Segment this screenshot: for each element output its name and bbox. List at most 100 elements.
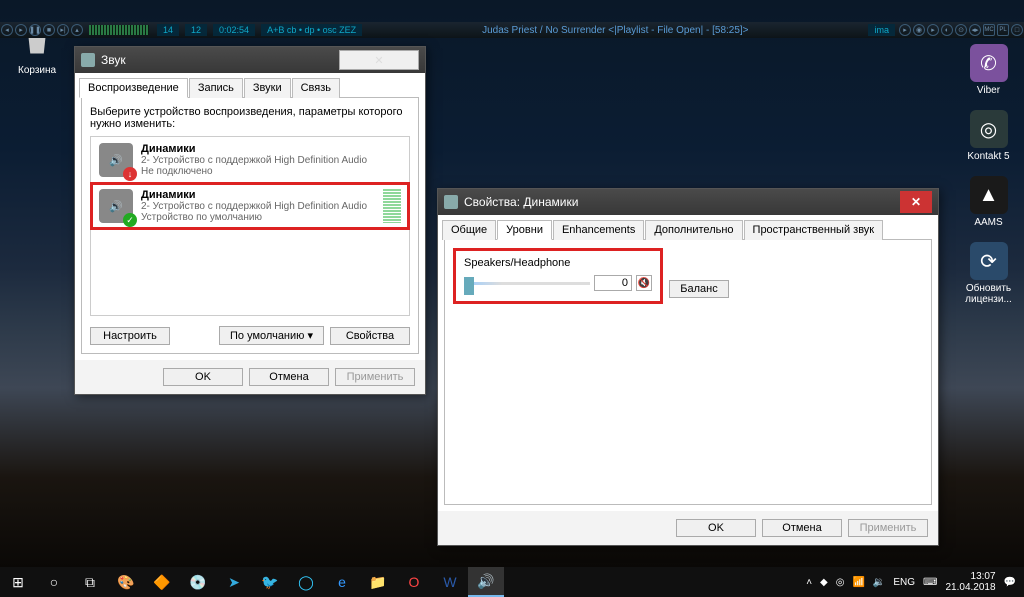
tab-enhancements[interactable]: Enhancements	[553, 220, 644, 240]
slider-thumb-icon[interactable]	[464, 277, 474, 295]
app-vlc-icon[interactable]: 🔶	[144, 567, 180, 597]
player-ctl-3-icon[interactable]: ▸	[927, 24, 939, 36]
player-ctl-1-icon[interactable]: ▸	[899, 24, 911, 36]
sound-titlebar[interactable]: Звук ✕	[75, 47, 425, 73]
app-opera-icon[interactable]: O	[396, 567, 432, 597]
app-icon: ◎	[970, 110, 1008, 148]
device-item[interactable]: 🔊✓ Динамики2- Устройство с поддержкой Hi…	[91, 183, 409, 229]
level-label: Speakers/Headphone	[464, 257, 652, 269]
app-mozilla-icon[interactable]: 🐦	[252, 567, 288, 597]
player-ctl-9-icon[interactable]: □	[1011, 24, 1023, 36]
player-prev-icon[interactable]: ◂	[1, 24, 13, 36]
status-badge-icon: ✓	[123, 213, 137, 227]
set-default-button[interactable]: По умолчанию ▾	[219, 326, 324, 345]
tab-уровни[interactable]: Уровни	[497, 220, 552, 240]
volume-value[interactable]: 0	[594, 275, 632, 291]
tray-keyboard-icon[interactable]: ⌨	[923, 577, 937, 588]
close-icon[interactable]: ✕	[339, 50, 419, 70]
tab-звуки[interactable]: Звуки	[244, 78, 291, 98]
notifications-icon[interactable]: 💬	[1004, 577, 1016, 588]
app-edge-icon[interactable]: e	[324, 567, 360, 597]
desktop-icons: ✆Viber ◎Kontakt 5 ▲ AAMS ⟳ Обновить лицензи..…	[961, 44, 1016, 319]
tab-запись[interactable]: Запись	[189, 78, 243, 98]
chevron-down-icon: ▾	[307, 330, 313, 342]
player-stop-icon[interactable]: ■	[43, 24, 55, 36]
cancel-button[interactable]: Отмена	[762, 519, 842, 537]
app-sound-icon[interactable]: 🔊	[468, 567, 504, 597]
tab-воспроизведение[interactable]: Воспроизведение	[79, 78, 188, 98]
device-list[interactable]: 🔊↓ Динамики2- Устройство с поддержкой Hi…	[90, 136, 410, 316]
sound-icon	[81, 53, 95, 67]
desktop-icon[interactable]: ✆Viber	[961, 44, 1016, 96]
close-icon[interactable]: ✕	[900, 191, 932, 213]
desktop-icon-label: Обновить лицензи...	[961, 283, 1016, 305]
tray-volume-icon[interactable]: 🔉	[873, 577, 885, 588]
player-play-icon[interactable]: ▸	[15, 24, 27, 36]
player-pause-icon[interactable]: ❚❚	[29, 24, 41, 36]
app-explorer-icon[interactable]: 📁	[360, 567, 396, 597]
app-word-icon[interactable]: W	[432, 567, 468, 597]
tray-clock[interactable]: 13:07 21.04.2018	[945, 571, 995, 593]
speaker-icon: 🔊↓	[99, 143, 133, 177]
properties-titlebar[interactable]: Свойства: Динамики ✕	[438, 189, 938, 215]
tray-lang[interactable]: ENG	[893, 577, 915, 588]
app-icon: ▲	[970, 176, 1008, 214]
player-ctl-6-icon[interactable]: ◂▸	[969, 24, 981, 36]
track-time: 0:02:54	[213, 24, 255, 36]
sound-window: Звук ✕ ВоспроизведениеЗаписьЗвукиСвязь В…	[74, 46, 426, 395]
desktop-icon-label: AAMS	[961, 217, 1016, 228]
speaker-icon: 🔊✓	[99, 189, 133, 223]
player-next-icon[interactable]: ▸|	[57, 24, 69, 36]
desktop-icon[interactable]: ◎Kontakt 5	[961, 110, 1016, 162]
player-ctl-5-icon[interactable]: ⊙	[955, 24, 967, 36]
speaker-icon	[444, 195, 458, 209]
tray-app-icon[interactable]: ◆	[820, 577, 828, 588]
player-ctl-2-icon[interactable]: ◉	[913, 24, 925, 36]
balance-button[interactable]: Баланс	[669, 280, 729, 298]
app-icon: ⟳	[970, 242, 1008, 280]
ok-button[interactable]: OK	[676, 519, 756, 537]
tray-app2-icon[interactable]: ◎	[836, 577, 845, 588]
now-playing: Judas Priest / No Surrender <|Playlist -…	[365, 25, 865, 36]
highlighted-level-group: Speakers/Headphone 0 🔇	[453, 248, 663, 304]
player-ctl-8-icon[interactable]: PL	[997, 24, 1009, 36]
app-disc-icon[interactable]: 💿	[180, 567, 216, 597]
track-wma: ima	[868, 24, 895, 36]
tab-дополнительно[interactable]: Дополнительно	[645, 220, 742, 240]
sound-title: Звук	[101, 53, 126, 67]
tray-up-icon[interactable]: ˄	[806, 577, 812, 588]
configure-button[interactable]: Настроить	[90, 327, 170, 345]
track-number: 14	[157, 24, 179, 36]
status-badge-icon: ↓	[123, 167, 137, 181]
desktop-icon[interactable]: ▲ AAMS	[961, 176, 1016, 228]
app-paint-icon[interactable]: 🎨	[108, 567, 144, 597]
search-button[interactable]: ○	[36, 567, 72, 597]
sound-pane: Выберите устройство воспроизведения, пар…	[81, 97, 419, 354]
media-player-bar: ◂ ▸ ❚❚ ■ ▸| ▴ 14 12 0:02:54 A+B cb • dp …	[0, 22, 1024, 38]
tab-связь[interactable]: Связь	[292, 78, 340, 98]
volume-meter-icon	[383, 189, 401, 223]
app-circle-icon[interactable]: ◯	[288, 567, 324, 597]
tray-network-icon[interactable]: 📶	[852, 577, 864, 588]
app-arrow-icon[interactable]: ➤	[216, 567, 252, 597]
player-ctl-7-icon[interactable]: MC	[983, 24, 995, 36]
player-open-icon[interactable]: ▴	[71, 24, 83, 36]
properties-window: Свойства: Динамики ✕ ОбщиеУровниEnhancem…	[437, 188, 939, 546]
start-button[interactable]: ⊞	[0, 567, 36, 597]
sound-tabs: ВоспроизведениеЗаписьЗвукиСвязь	[75, 73, 425, 97]
player-ctl-4-icon[interactable]: ◐	[941, 24, 953, 36]
app-icon: ✆	[970, 44, 1008, 82]
properties-title: Свойства: Динамики	[464, 195, 578, 209]
sound-footer: OK Отмена Применить	[75, 360, 425, 394]
device-item[interactable]: 🔊↓ Динамики2- Устройство с поддержкой Hi…	[91, 137, 409, 183]
ok-button[interactable]: OK	[163, 368, 243, 386]
system-tray: ˄ ◆ ◎ 📶 🔉 ENG ⌨ 13:07 21.04.2018 💬	[806, 571, 1024, 593]
desktop-icon[interactable]: ⟳ Обновить лицензи...	[961, 242, 1016, 305]
properties-button[interactable]: Свойства	[330, 327, 410, 345]
tab-пространственный-звук[interactable]: Пространственный звук	[744, 220, 884, 240]
volume-slider[interactable]	[464, 277, 590, 289]
tab-общие[interactable]: Общие	[442, 220, 496, 240]
taskview-button[interactable]: ⧉	[72, 567, 108, 597]
cancel-button[interactable]: Отмена	[249, 368, 329, 386]
mute-icon[interactable]: 🔇	[636, 275, 652, 291]
